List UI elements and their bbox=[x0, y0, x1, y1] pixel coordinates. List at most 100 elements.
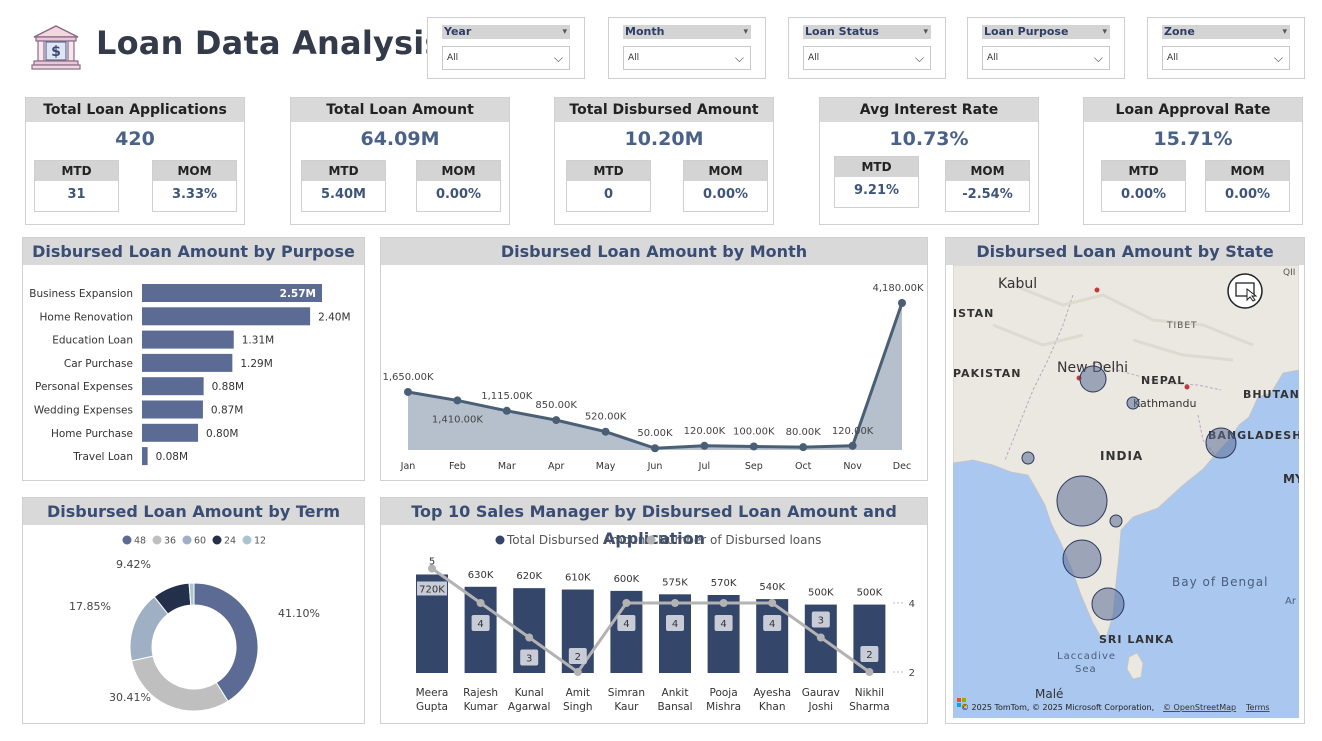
tick-label: Jul bbox=[698, 461, 710, 472]
chevron-down-icon[interactable]: ▾ bbox=[562, 25, 567, 39]
state-bubble[interactable] bbox=[1109, 514, 1123, 528]
tick-label: 4 bbox=[909, 599, 915, 610]
loan-purpose-dropdown[interactable]: All ⌵ bbox=[982, 46, 1110, 70]
map-select-icon[interactable] bbox=[1227, 273, 1263, 309]
category-label: Kumar bbox=[464, 701, 499, 713]
data-point bbox=[622, 599, 631, 607]
state-bubble[interactable] bbox=[1126, 396, 1140, 410]
chevron-down-icon[interactable]: ▾ bbox=[1282, 25, 1287, 39]
data-label: 540K bbox=[759, 582, 785, 593]
legend-marker bbox=[152, 535, 162, 545]
term-chart-panel: Disbursed Loan Amount by Term 48 36 60 24 12… bbox=[22, 497, 365, 724]
kpi-mtd: MTD 0 bbox=[566, 160, 651, 212]
state-bubble[interactable] bbox=[1021, 451, 1035, 465]
kpi-mtd: MTD 5.40M bbox=[301, 160, 386, 212]
map-label: Malé bbox=[1035, 687, 1063, 701]
legend-label: 24 bbox=[224, 536, 236, 547]
category-label: Ankit bbox=[662, 687, 689, 699]
slicer-value: All bbox=[447, 53, 459, 63]
legend-marker bbox=[182, 535, 192, 545]
category-label: Meera bbox=[416, 687, 449, 699]
category-label: Travel Loan bbox=[72, 451, 133, 463]
legend-marker bbox=[495, 535, 505, 545]
state-bubble[interactable] bbox=[1062, 539, 1102, 579]
mom-value: 0.00% bbox=[435, 187, 482, 202]
category-label: Pooja bbox=[710, 687, 738, 699]
data-label: 50.00K bbox=[637, 428, 673, 439]
category-label: Car Purchase bbox=[64, 358, 133, 370]
kpi-value: 10.20M bbox=[624, 128, 704, 150]
purpose-chart-panel: Disbursed Loan Amount by Purpose Busines… bbox=[22, 237, 365, 481]
kpi-mtd: MTD 0.00% bbox=[1101, 160, 1186, 212]
data-label: 9.42% bbox=[116, 558, 151, 571]
kpi-card-approval-rate: Loan Approval Rate 15.71% MTD 0.00% MOM 0.… bbox=[1083, 97, 1303, 225]
kpi-mom: MOM 0.00% bbox=[1205, 160, 1290, 212]
state-bubble[interactable] bbox=[1091, 587, 1125, 621]
openstreetmap-link[interactable]: © OpenStreetMap bbox=[1163, 703, 1236, 712]
kpi-title: Avg Interest Rate bbox=[820, 98, 1038, 122]
terms-link[interactable]: Terms bbox=[1245, 703, 1270, 712]
map-label: NEPAL bbox=[1141, 374, 1185, 387]
legend-marker bbox=[122, 535, 132, 545]
city-dot bbox=[1094, 287, 1100, 293]
category-label: Personal Expenses bbox=[35, 381, 133, 393]
data-point bbox=[573, 668, 582, 676]
slicer-loan-status[interactable]: Loan Status ▾ All ⌵ bbox=[788, 17, 946, 79]
data-label: 0.08M bbox=[156, 451, 188, 463]
mom-label: MOM bbox=[1206, 161, 1289, 181]
bank-logo-icon: $ bbox=[30, 24, 82, 72]
data-label: 1.29M bbox=[240, 358, 272, 370]
tick-label: Apr bbox=[548, 461, 565, 472]
zone-dropdown[interactable]: All ⌵ bbox=[1162, 46, 1290, 70]
month-dropdown[interactable]: All ⌵ bbox=[623, 46, 751, 70]
slicer-year[interactable]: Year ▾ All ⌵ bbox=[427, 17, 585, 79]
data-label: 620K bbox=[516, 571, 542, 582]
legend-label: 12 bbox=[254, 536, 266, 547]
managers-combo-chart: Total Disbursed Amount Number of Disburse… bbox=[416, 533, 915, 713]
data-label: 720K bbox=[419, 584, 445, 595]
kpi-mom: MOM 0.00% bbox=[416, 160, 501, 212]
map-label: Sea bbox=[1075, 664, 1097, 675]
bar bbox=[142, 307, 311, 326]
slicer-value: All bbox=[1167, 53, 1179, 63]
chevron-down-icon[interactable]: ▾ bbox=[923, 25, 928, 39]
slicer-month[interactable]: Month ▾ All ⌵ bbox=[608, 17, 766, 79]
mom-label: MOM bbox=[417, 161, 500, 181]
tick-label: Dec bbox=[893, 461, 911, 472]
category-label: Home Renovation bbox=[40, 311, 133, 323]
mtd-label: MTD bbox=[35, 161, 118, 181]
data-label: 1,115.00K bbox=[481, 391, 533, 402]
mtd-value: 5.40M bbox=[320, 187, 366, 202]
data-label: 100.00K bbox=[733, 426, 775, 437]
tick-label: Sep bbox=[745, 461, 763, 472]
legend-label: 60 bbox=[194, 536, 206, 547]
slicer-zone[interactable]: Zone ▾ All ⌵ bbox=[1147, 17, 1305, 79]
mtd-label: MTD bbox=[1102, 161, 1185, 181]
data-point bbox=[898, 299, 906, 307]
legend-label: Number of Disbursed loans bbox=[658, 533, 821, 547]
data-label: 30.41% bbox=[109, 691, 151, 704]
state-bubble[interactable] bbox=[1056, 475, 1108, 527]
state-bubble[interactable] bbox=[1205, 427, 1237, 459]
data-point bbox=[476, 599, 485, 607]
data-point bbox=[749, 442, 758, 451]
data-point bbox=[525, 633, 534, 642]
loan-status-dropdown[interactable]: All ⌵ bbox=[803, 46, 931, 70]
slicer-loan-purpose[interactable]: Loan Purpose ▾ All ⌵ bbox=[967, 17, 1125, 79]
legend-marker bbox=[212, 535, 222, 545]
kpi-value: 64.09M bbox=[360, 128, 440, 150]
state-bubble[interactable] bbox=[1079, 365, 1107, 393]
data-label: 3 bbox=[526, 654, 532, 665]
category-label: Bansal bbox=[657, 701, 692, 713]
year-dropdown[interactable]: All ⌵ bbox=[442, 46, 570, 70]
state-map[interactable]: Kabul ISTAN PAKISTAN New Delhi NEPAL Kat… bbox=[953, 265, 1299, 718]
mtd-value: 0 bbox=[603, 187, 614, 202]
data-label: 2 bbox=[575, 652, 581, 663]
chevron-down-icon[interactable]: ▾ bbox=[743, 25, 748, 39]
map-label: Ar bbox=[1285, 596, 1297, 607]
bar bbox=[142, 377, 204, 396]
mtd-label: MTD bbox=[567, 161, 650, 181]
mom-label: MOM bbox=[153, 161, 236, 181]
chevron-down-icon[interactable]: ▾ bbox=[1102, 25, 1107, 39]
data-point bbox=[768, 599, 777, 607]
